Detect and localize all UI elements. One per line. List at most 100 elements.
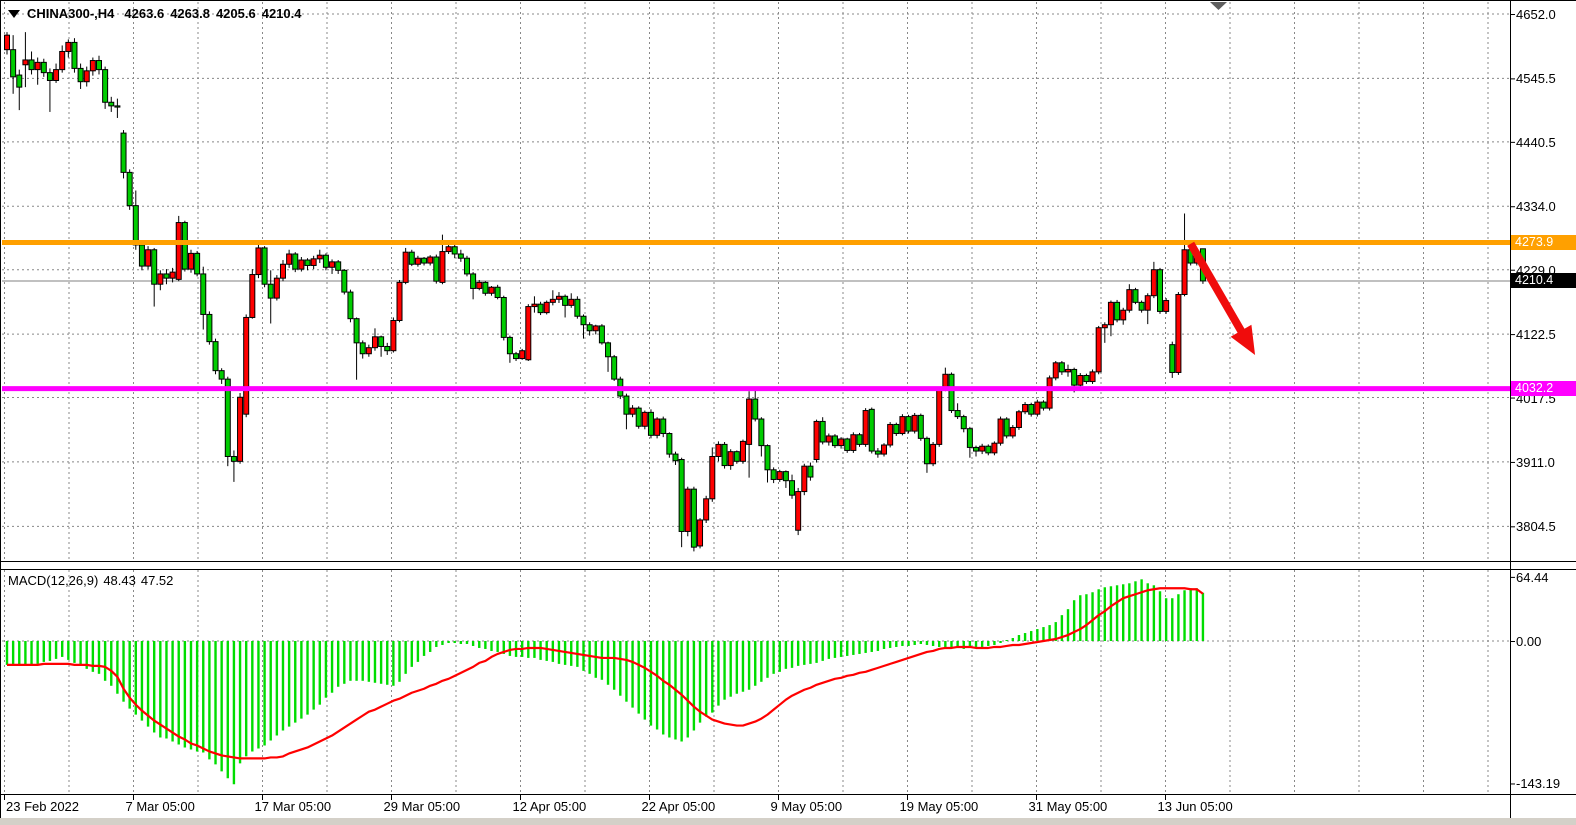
candle-down bbox=[563, 296, 568, 305]
candle-down bbox=[734, 452, 739, 462]
candle-up bbox=[244, 317, 249, 414]
candle-down bbox=[262, 248, 267, 284]
candle-down bbox=[1170, 345, 1175, 373]
candle-down bbox=[924, 438, 929, 463]
candle-down bbox=[1041, 402, 1046, 408]
candle-up bbox=[35, 62, 40, 69]
candle-down bbox=[47, 73, 52, 81]
candle-down bbox=[201, 274, 206, 315]
candle-up bbox=[655, 419, 660, 435]
candle-down bbox=[949, 374, 954, 410]
candle-up bbox=[1127, 290, 1132, 311]
candle-up bbox=[888, 424, 893, 445]
candle-up bbox=[556, 296, 561, 299]
candle-up bbox=[716, 444, 721, 456]
candle-down bbox=[495, 287, 500, 297]
time-axis-label: 29 Mar 05:00 bbox=[384, 799, 461, 814]
candle-up bbox=[280, 264, 285, 278]
candle-down bbox=[17, 75, 22, 87]
macd-axis-label: -143.19 bbox=[1516, 776, 1574, 791]
candle-down bbox=[869, 409, 874, 451]
candle-up bbox=[826, 436, 831, 442]
candle-down bbox=[133, 206, 138, 245]
candle-down bbox=[96, 61, 101, 70]
candle-down bbox=[323, 255, 328, 267]
candle-up bbox=[1010, 427, 1015, 435]
candle-up bbox=[287, 254, 292, 264]
candle-down bbox=[268, 284, 273, 298]
candle-up bbox=[1102, 325, 1107, 328]
candle-down bbox=[759, 419, 764, 446]
candle-down bbox=[336, 262, 341, 270]
macd-name: MACD(12,26,9) bbox=[8, 573, 98, 588]
candle-up bbox=[397, 282, 402, 320]
candle-down bbox=[41, 62, 46, 72]
candle-down bbox=[293, 254, 298, 269]
candle-up bbox=[23, 60, 28, 65]
candle-down bbox=[471, 274, 476, 289]
candle-down bbox=[231, 456, 236, 461]
time-axis-label: 23 Feb 2022 bbox=[6, 799, 79, 814]
candle-down bbox=[771, 470, 776, 480]
candle-down bbox=[121, 133, 126, 172]
candle-up bbox=[1151, 270, 1156, 296]
candle-down bbox=[986, 446, 991, 453]
time-axis-label: 13 Jun 05:00 bbox=[1158, 799, 1233, 814]
candle-up bbox=[704, 499, 709, 520]
candle-down bbox=[109, 102, 114, 106]
candle-down bbox=[581, 316, 586, 324]
candle-down bbox=[514, 354, 519, 359]
candle-up bbox=[311, 259, 316, 266]
candle-down bbox=[599, 326, 604, 343]
candle-down bbox=[1158, 270, 1163, 312]
candle-up bbox=[569, 299, 574, 305]
candle-down bbox=[483, 282, 488, 293]
candle-up bbox=[440, 252, 445, 283]
candle-down bbox=[722, 444, 727, 465]
candle-up bbox=[170, 272, 175, 278]
candle-up bbox=[391, 320, 396, 350]
candle-up bbox=[851, 435, 856, 451]
candle-down bbox=[753, 399, 758, 419]
candle-down bbox=[667, 434, 672, 455]
candle-down bbox=[127, 172, 132, 205]
candle-up bbox=[489, 287, 494, 293]
time-axis-label: 22 Apr 05:00 bbox=[642, 799, 716, 814]
candle-up bbox=[372, 337, 377, 348]
candle-down bbox=[648, 412, 653, 435]
candle-down bbox=[906, 417, 911, 432]
candle-up bbox=[5, 35, 10, 50]
candle-down bbox=[1084, 375, 1089, 381]
candle-down bbox=[575, 299, 580, 316]
candle-up bbox=[1016, 412, 1021, 428]
candle-up bbox=[550, 299, 555, 302]
candle-down bbox=[606, 343, 611, 357]
macd-axis-label: 64.44 bbox=[1516, 570, 1574, 585]
candle-down bbox=[507, 337, 512, 353]
current-price-price-tag: 4210.4 bbox=[1511, 273, 1576, 288]
support-price-tag: 4032.2 bbox=[1511, 381, 1576, 396]
candle-down bbox=[783, 472, 788, 481]
candle-up bbox=[740, 441, 745, 461]
candle-down bbox=[624, 396, 629, 414]
candle-down bbox=[661, 419, 666, 434]
candle-up bbox=[330, 262, 335, 267]
candle-down bbox=[857, 435, 862, 445]
candle-up bbox=[863, 411, 868, 445]
candle-up bbox=[477, 282, 482, 288]
candle-up bbox=[1121, 310, 1126, 320]
candle-up bbox=[90, 61, 95, 71]
chart-background bbox=[0, 0, 1576, 825]
candle-up bbox=[532, 304, 537, 306]
price-axis-label: 4122.5 bbox=[1516, 327, 1574, 342]
candle-up bbox=[685, 489, 690, 531]
symbol-dropdown-icon[interactable] bbox=[8, 10, 20, 18]
chart-canvas[interactable] bbox=[0, 0, 1576, 825]
candle-up bbox=[882, 445, 887, 454]
candle-up bbox=[710, 456, 715, 498]
candle-up bbox=[520, 351, 525, 359]
candle-down bbox=[219, 371, 224, 379]
candle-down bbox=[765, 446, 770, 470]
candle-up bbox=[802, 466, 807, 491]
candle-up bbox=[900, 417, 905, 434]
